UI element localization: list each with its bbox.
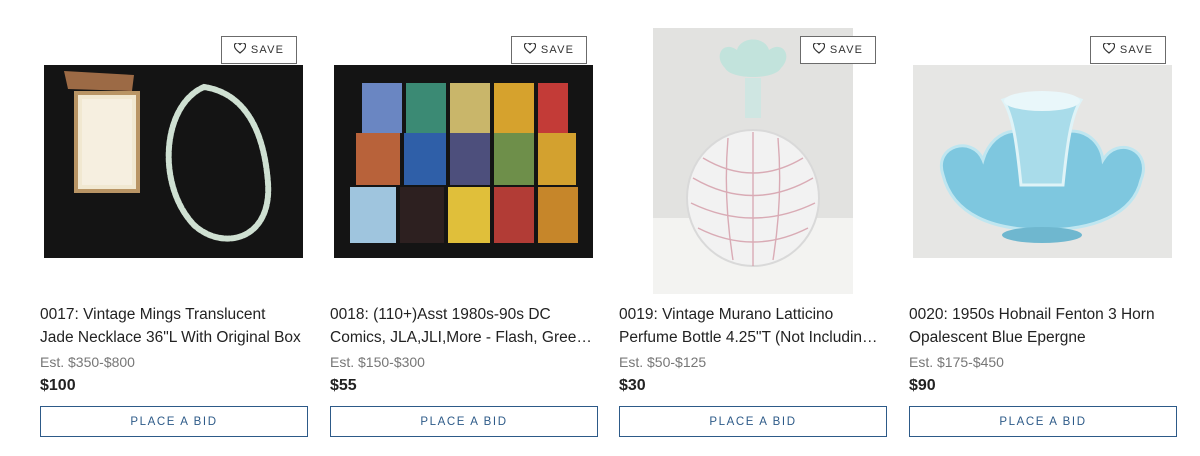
lot-card-0017[interactable]: SAVE 0017: Vintage Mings Translucent Jad…	[40, 0, 308, 456]
lot-estimate: Est. $175-$450	[909, 354, 1004, 370]
save-label: SAVE	[1119, 44, 1154, 56]
lot-title[interactable]: 0018: (110+)Asst 1980s-90s DC Comics, JL…	[330, 303, 592, 349]
save-button[interactable]: SAVE	[221, 36, 297, 64]
necklace-photo	[44, 65, 303, 258]
lot-estimate: Est. $150-$300	[330, 354, 425, 370]
heart-icon	[1102, 42, 1115, 57]
lot-current-bid: $30	[619, 377, 646, 394]
lot-card-0019[interactable]: SAVE 0019: Vintage Murano Latticino Perf…	[619, 0, 887, 456]
perfume-bottle-photo	[653, 28, 853, 294]
lot-image-0017[interactable]	[40, 28, 308, 294]
comics-photo	[334, 65, 593, 258]
place-bid-button[interactable]: PLACE A BID	[619, 406, 887, 437]
lot-estimate: Est. $50-$125	[619, 354, 707, 370]
lot-image-0018[interactable]	[330, 28, 598, 294]
lot-current-bid: $100	[40, 377, 76, 394]
place-bid-button[interactable]: PLACE A BID	[40, 406, 308, 437]
lot-title[interactable]: 0019: Vintage Murano Latticino Perfume B…	[619, 303, 881, 349]
heart-icon	[233, 42, 246, 57]
save-button[interactable]: SAVE	[511, 36, 587, 64]
lot-title[interactable]: 0020: 1950s Hobnail Fenton 3 Horn Opales…	[909, 303, 1171, 349]
lot-card-0020[interactable]: SAVE 0020: 1950s Hobnail Fenton 3 Horn O…	[909, 0, 1177, 456]
heart-icon	[812, 42, 825, 57]
save-label: SAVE	[540, 44, 575, 56]
save-label: SAVE	[250, 44, 285, 56]
heart-icon	[523, 42, 536, 57]
save-label: SAVE	[829, 44, 864, 56]
epergne-photo	[913, 65, 1172, 258]
place-bid-button[interactable]: PLACE A BID	[330, 406, 598, 437]
lot-current-bid: $90	[909, 377, 936, 394]
lot-estimate: Est. $350-$800	[40, 354, 135, 370]
lot-card-0018[interactable]: SAVE 0018: (110+)Asst 1980s-90s DC Comic…	[330, 0, 598, 456]
lot-current-bid: $55	[330, 377, 357, 394]
lot-image-0020[interactable]	[909, 28, 1177, 294]
place-bid-button[interactable]: PLACE A BID	[909, 406, 1177, 437]
save-button[interactable]: SAVE	[1090, 36, 1166, 64]
save-button[interactable]: SAVE	[800, 36, 876, 64]
lot-title[interactable]: 0017: Vintage Mings Translucent Jade Nec…	[40, 303, 302, 349]
lot-image-0019[interactable]	[619, 28, 887, 294]
